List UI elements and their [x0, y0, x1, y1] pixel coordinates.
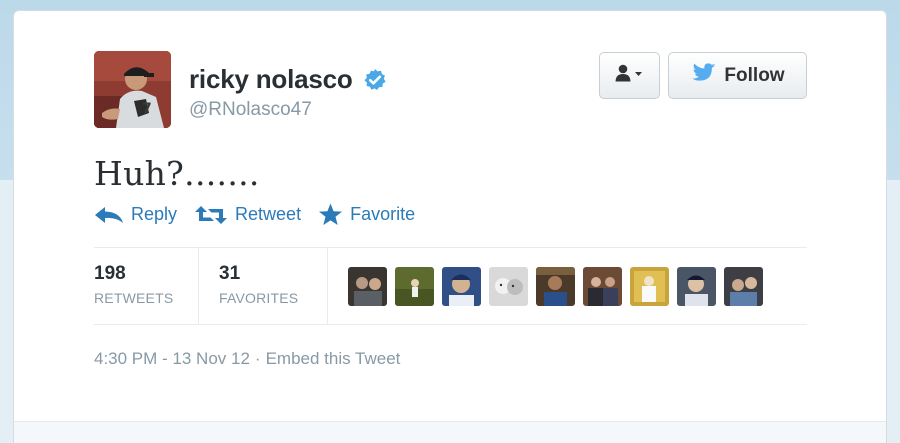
star-icon [318, 203, 343, 226]
page-background-left [0, 180, 14, 443]
user-handle[interactable]: @RNolasco47 [189, 99, 312, 121]
user-actions-dropdown-button[interactable] [599, 52, 660, 99]
retweets-count: 198 [94, 263, 126, 284]
favorites-label: FAVORITES [219, 290, 299, 306]
favorite-action[interactable]: Favorite [318, 203, 415, 226]
retweet-icon [194, 205, 228, 225]
favorites-stat[interactable]: 31 FAVORITES [199, 248, 328, 324]
retweeter-avatar[interactable] [395, 266, 434, 306]
card-footer [14, 421, 886, 443]
retweeter-avatar[interactable] [677, 266, 716, 306]
retweet-action[interactable]: Retweet [194, 204, 301, 225]
tweet-text: Huh?....... [94, 154, 260, 193]
reply-icon [94, 206, 124, 224]
avatar[interactable]: 7 [94, 51, 171, 128]
tweet-stats: 198 RETWEETS 31 FAVORITES [94, 248, 807, 324]
reply-action[interactable]: Reply [94, 204, 177, 225]
retweet-label: Retweet [235, 204, 302, 224]
favorites-count: 31 [219, 263, 241, 284]
tweet-meta: 4:30 PM - 13 Nov 12 · Embed this Tweet [94, 349, 400, 369]
follow-button[interactable]: Follow [668, 52, 807, 99]
retweeter-avatar[interactable] [489, 266, 528, 306]
retweeter-avatar[interactable] [724, 266, 763, 306]
retweeter-avatar[interactable] [442, 266, 481, 306]
tweet-timestamp[interactable]: 4:30 PM - 13 Nov 12 [94, 349, 250, 369]
meta-separator: · [254, 349, 261, 368]
retweeter-avatar[interactable] [583, 266, 622, 306]
name-row: ricky nolasco [189, 64, 387, 95]
favorite-label: Favorite [350, 204, 416, 224]
retweets-stat[interactable]: 198 RETWEETS [94, 248, 199, 324]
tweet-actions: Reply Retweet Favorite [94, 203, 432, 226]
verified-badge-icon [363, 68, 387, 92]
divider-bottom [94, 324, 807, 325]
embed-tweet-link[interactable]: Embed this Tweet [266, 349, 401, 369]
svg-text:7: 7 [142, 101, 152, 117]
retweets-label: RETWEETS [94, 290, 174, 306]
retweeter-avatar[interactable] [630, 266, 669, 306]
page-background-right [886, 180, 900, 443]
tweet-card: 7 ricky nolasco @RNolasco47 Follow Huh?.… [13, 10, 887, 443]
reply-label: Reply [131, 204, 178, 224]
display-name[interactable]: ricky nolasco [189, 64, 353, 95]
retweeter-avatar[interactable] [536, 266, 575, 306]
retweeter-avatar[interactable] [348, 266, 387, 306]
user-dropdown-icon [615, 64, 645, 87]
retweeter-avatars [328, 248, 763, 324]
twitter-bird-icon [690, 62, 716, 89]
follow-button-label: Follow [724, 64, 785, 86]
